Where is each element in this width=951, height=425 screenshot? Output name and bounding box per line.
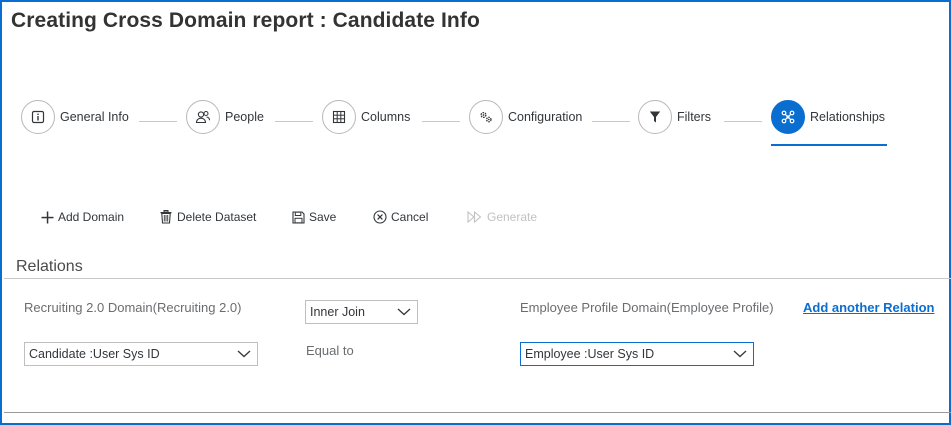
page-title: Creating Cross Domain report : Candidate… (11, 9, 480, 32)
section-divider (4, 278, 951, 279)
generate-label: Generate (487, 210, 538, 224)
filter-icon (638, 100, 672, 134)
step-label: Columns (361, 110, 411, 124)
step-connector (422, 121, 460, 122)
add-domain-button[interactable]: Add Domain (40, 208, 124, 226)
add-domain-label: Add Domain (58, 210, 125, 224)
report-window: Creating Cross Domain report : Candidate… (0, 0, 951, 425)
left-domain-label: Recruiting 2.0 Domain(Recruiting 2.0) (24, 300, 242, 315)
right-domain-label: Employee Profile Domain(Employee Profile… (520, 300, 774, 315)
step-label: Configuration (508, 110, 583, 124)
footer-divider (4, 412, 951, 413)
configuration-gears-icon (469, 100, 503, 134)
step-filters[interactable]: Filters (638, 99, 711, 135)
step-people[interactable]: People (186, 99, 264, 135)
step-configuration[interactable]: Configuration (469, 99, 582, 135)
generate-button[interactable]: Generate (467, 208, 537, 226)
info-icon (21, 100, 55, 134)
delete-dataset-button[interactable]: Delete Dataset (159, 208, 256, 226)
step-connector (724, 121, 762, 122)
fast-forward-icon (467, 210, 483, 224)
cancel-label: Cancel (391, 210, 429, 224)
step-connector (275, 121, 313, 122)
relationships-icon (771, 100, 805, 134)
step-general-info[interactable]: General Info (21, 99, 129, 135)
active-step-indicator (771, 144, 887, 146)
step-connector (592, 121, 630, 122)
save-label: Save (309, 210, 337, 224)
columns-icon (322, 100, 356, 134)
save-disk-icon (291, 210, 305, 224)
cancel-button[interactable]: Cancel (373, 208, 428, 226)
chevron-down-icon (733, 350, 747, 358)
add-another-relation-link[interactable]: Add another Relation (803, 300, 934, 315)
left-field-select[interactable]: Candidate :User Sys ID (24, 342, 258, 366)
delete-dataset-label: Delete Dataset (177, 210, 257, 224)
chevron-down-icon (237, 350, 251, 358)
plus-icon (40, 210, 54, 224)
join-type-select[interactable]: Inner Join (305, 300, 418, 324)
join-type-value: Inner Join (310, 305, 365, 319)
step-label: Relationships (810, 110, 886, 124)
chevron-down-icon (397, 308, 411, 316)
save-button[interactable]: Save (291, 208, 336, 226)
step-relationships[interactable]: Relationships (771, 99, 885, 135)
trash-icon (159, 210, 173, 224)
relations-heading: Relations (16, 258, 83, 275)
people-icon (186, 100, 220, 134)
close-circle-icon (373, 210, 387, 224)
left-field-value: Candidate :User Sys ID (29, 347, 160, 361)
operator-label: Equal to (306, 343, 354, 358)
step-label: People (225, 110, 264, 124)
step-label: Filters (677, 110, 712, 124)
right-field-value: Employee :User Sys ID (525, 347, 655, 361)
step-columns[interactable]: Columns (322, 99, 410, 135)
step-label: General Info (60, 110, 129, 124)
step-connector (139, 121, 177, 122)
right-field-select[interactable]: Employee :User Sys ID (520, 342, 754, 366)
